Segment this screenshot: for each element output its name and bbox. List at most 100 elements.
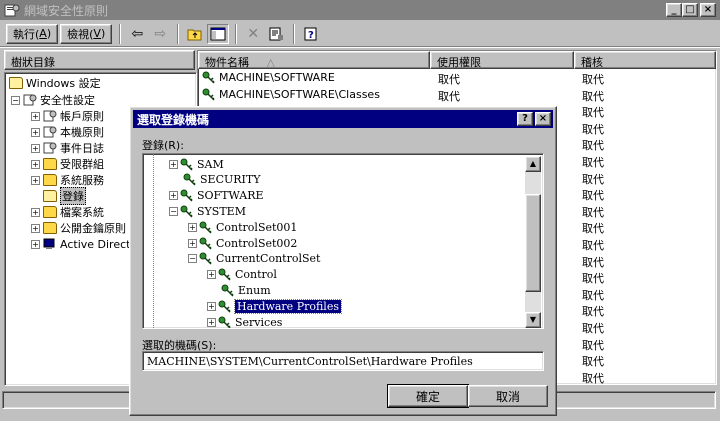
dialog-title: 選取登錄機碼 [137,112,210,127]
registry-tree-node[interactable]: Enum [207,282,271,298]
expand-icon[interactable]: + [207,301,216,311]
tree-item-system-services[interactable]: + 系統服務 [31,172,104,188]
audit-value: 取代 [582,255,604,269]
audit-value: 取代 [582,73,604,86]
audit-value: 取代 [582,189,604,203]
expand-icon[interactable]: + [169,191,178,201]
list-row[interactable]: MACHINE\SOFTWARE\Classes 取代 取代 [198,88,718,104]
svg-text:?: ? [308,30,314,41]
registry-key-icon [202,71,216,84]
up-folder-icon [187,29,202,40]
folder-icon [43,206,57,218]
help-button[interactable]: ? [300,24,322,44]
expand-icon[interactable]: + [31,207,40,217]
permission-value: 取代 [438,73,460,86]
expand-icon[interactable]: + [31,127,40,137]
expand-icon[interactable]: + [31,239,40,249]
select-registry-key-dialog: 選取登錄機碼 ? × 登錄(R): + SAM SECURITY + SOFTWARE −… [129,106,557,416]
folder-open-icon [9,77,23,89]
audit-value: 取代 [582,156,604,169]
scroll-down-button[interactable]: ▼ [525,312,541,328]
tree-item-public-key-policies[interactable]: + 公開金鑰原則 [31,220,126,236]
column-header-object-name[interactable]: 物件名稱 △ [198,51,430,69]
ok-button[interactable]: 確定 [387,384,469,408]
registry-tree-node[interactable]: + ControlSet002 [188,235,297,251]
show-tree-button[interactable] [207,23,230,44]
registry-key-icon [199,221,213,234]
tree-item-account-policies[interactable]: + 帳戶原則 [31,108,104,124]
column-header-audit[interactable]: 稽核 [574,51,716,69]
tree-item-local-policies[interactable]: + 本機原則 [31,124,104,140]
audit-value: 取代 [582,288,604,302]
column-header-permissions[interactable]: 使用權限 [430,51,574,69]
audit-value: 取代 [582,122,604,136]
policy-icon [43,110,57,122]
properties-button[interactable] [265,24,287,44]
registry-tree-node[interactable]: − CurrentControlSet [188,251,320,267]
view-menu[interactable]: 檢視(V) [60,23,113,44]
expand-icon[interactable]: + [207,270,216,280]
expand-icon[interactable]: + [31,159,40,169]
tree-item-label: 檔案系統 [60,206,104,219]
maximize-button[interactable]: □ [682,3,698,17]
expand-icon[interactable]: + [31,111,40,121]
action-menu[interactable]: 執行(A) [6,23,59,44]
list-row[interactable]: MACHINE\SOFTWARE 取代 取代 [198,71,718,87]
registry-node-label: SOFTWARE [197,189,264,203]
registry-node-label: ControlSet002 [216,236,298,250]
action-menu-accel: A [39,27,47,40]
back-button[interactable]: ⇦ [126,24,148,44]
expand-icon[interactable]: + [188,238,197,248]
registry-tree-node[interactable]: − SYSTEM [169,203,246,219]
tree-item-registry[interactable]: 登錄 [43,187,86,205]
view-menu-accel: V [93,27,101,40]
expand-icon[interactable]: + [207,317,216,327]
registry-tree-node[interactable]: + Control [207,267,277,283]
tree-item-label: 公開金鑰原則 [60,222,126,235]
toolbar: 執行(A) 檢視(V) ⇦ ⇨ ✕ ? [0,21,720,47]
registry-key-icon [180,205,194,218]
audit-value: 取代 [582,222,604,236]
permission-value: 取代 [438,89,460,103]
registry-tree-node[interactable]: SECURITY [169,172,260,188]
dialog-help-button[interactable]: ? [517,112,533,126]
expand-icon[interactable]: + [31,223,40,233]
forward-button[interactable]: ⇨ [149,24,171,44]
tree-item-label: 帳戶原則 [60,110,104,123]
minimize-button[interactable]: _ [666,3,682,17]
object-name: MACHINE\SOFTWARE\Classes [219,87,380,101]
view-menu-label: 檢視( [67,27,94,41]
tree-item-file-system[interactable]: + 檔案系統 [31,204,104,220]
tree-connector [153,154,154,328]
registry-tree[interactable]: + SAM SECURITY + SOFTWARE − SYSTEM + ControlSet0… [142,153,544,329]
scroll-thumb[interactable] [525,194,541,292]
expand-icon[interactable]: + [31,143,40,153]
up-folder-button[interactable] [184,24,206,44]
registry-tree-scrollbar[interactable]: ▲ ▼ [525,156,541,328]
tree-item-security-settings[interactable]: − 安全性設定 [11,92,95,108]
cancel-button[interactable]: 取消 [468,385,548,407]
folder-icon [43,222,57,234]
expand-icon[interactable]: + [188,222,197,232]
expand-icon[interactable]: + [31,175,40,185]
registry-tree-node[interactable]: + SAM [169,156,224,172]
delete-button[interactable]: ✕ [242,24,264,44]
tree-item-restricted-groups[interactable]: + 受限群組 [31,156,104,172]
registry-tree-node[interactable]: + Services [207,314,282,328]
close-button[interactable]: × [700,3,716,17]
scroll-up-button[interactable]: ▲ [525,156,541,172]
collapse-icon[interactable]: − [169,206,178,216]
expand-icon[interactable]: + [169,159,178,169]
registry-key-icon [218,300,232,313]
registry-tree-node[interactable]: + ControlSet001 [188,219,297,235]
window-title: 網域安全性原則 [24,3,109,18]
collapse-icon[interactable]: − [11,95,20,105]
collapse-icon[interactable]: − [188,254,197,264]
tree-item-windows-settings[interactable]: Windows 設定 [9,75,101,91]
registry-tree-node[interactable]: + Hardware Profiles [207,298,342,314]
selected-key-field[interactable]: MACHINE\SYSTEM\CurrentControlSet\Hardwar… [142,351,544,371]
dialog-close-button[interactable]: × [535,112,551,126]
toolbar-separator [235,23,238,44]
registry-tree-node[interactable]: + SOFTWARE [169,188,264,204]
tree-item-event-log[interactable]: + 事件日誌 [31,140,104,156]
